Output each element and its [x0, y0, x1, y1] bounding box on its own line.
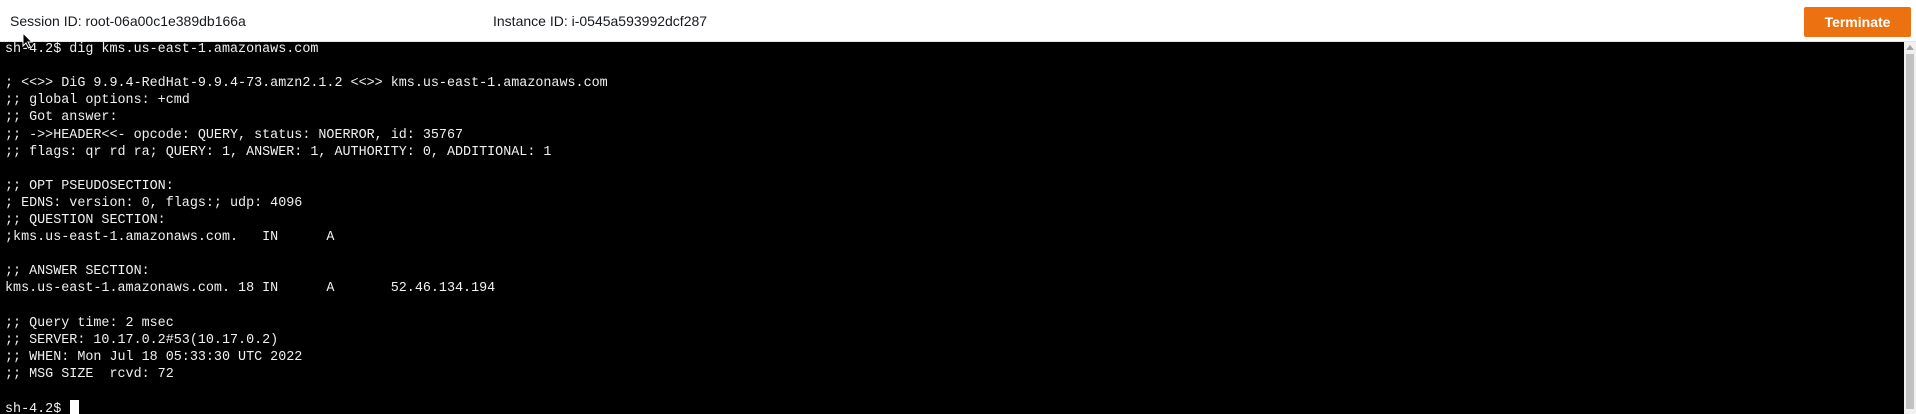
session-id-label: Session ID: root-06a00c1e389db166a: [10, 13, 246, 29]
terminal-line: ;; Query time: 2 msec: [5, 316, 174, 331]
terminal-line: ; <<>> DiG 9.9.4-RedHat-9.9.4-73.amzn2.1…: [5, 76, 608, 91]
terminal-line: ;; OPT PSEUDOSECTION:: [5, 179, 174, 194]
terminal-line: ;; flags: qr rd ra; QUERY: 1, ANSWER: 1,…: [5, 145, 552, 160]
scroll-up-arrow-icon[interactable]: [1906, 45, 1914, 50]
terminal-line: ;kms.us-east-1.amazonaws.com. IN A: [5, 230, 335, 245]
mouse-pointer-icon: [22, 32, 34, 49]
terminal-line: ;; QUESTION SECTION:: [5, 213, 166, 228]
session-header: Session ID: root-06a00c1e389db166a Insta…: [0, 0, 1916, 42]
terminal-line: ; EDNS: version: 0, flags:; udp: 4096: [5, 196, 303, 211]
terminal-output[interactable]: sh-4.2$ dig kms.us-east-1.amazonaws.com;…: [0, 42, 1904, 414]
terminal-line: ;; global options: +cmd: [5, 93, 190, 108]
terminal-cursor: [70, 400, 80, 414]
terminal-line: ;; WHEN: Mon Jul 18 05:33:30 UTC 2022: [5, 350, 303, 365]
terminal-line: ;; MSG SIZE rcvd: 72: [5, 367, 174, 382]
instance-id-label: Instance ID: i-0545a593992dcf287: [493, 13, 708, 29]
terminal-line: ;; SERVER: 10.17.0.2#53(10.17.0.2): [5, 333, 279, 348]
terminate-button[interactable]: Terminate: [1804, 7, 1911, 37]
terminal-line: sh-4.2$: [5, 400, 80, 414]
terminal-line: kms.us-east-1.amazonaws.com. 18 IN A 52.…: [5, 281, 496, 296]
scrollbar-thumb[interactable]: [1906, 54, 1914, 409]
terminal-line: sh-4.2$ dig kms.us-east-1.amazonaws.com: [5, 42, 319, 57]
terminal-line: ;; Got answer:: [5, 110, 118, 125]
terminal-line: ;; ->>HEADER<<- opcode: QUERY, status: N…: [5, 128, 464, 143]
terminal-line: ;; ANSWER SECTION:: [5, 264, 150, 279]
terminal-scrollbar[interactable]: [1904, 42, 1916, 414]
